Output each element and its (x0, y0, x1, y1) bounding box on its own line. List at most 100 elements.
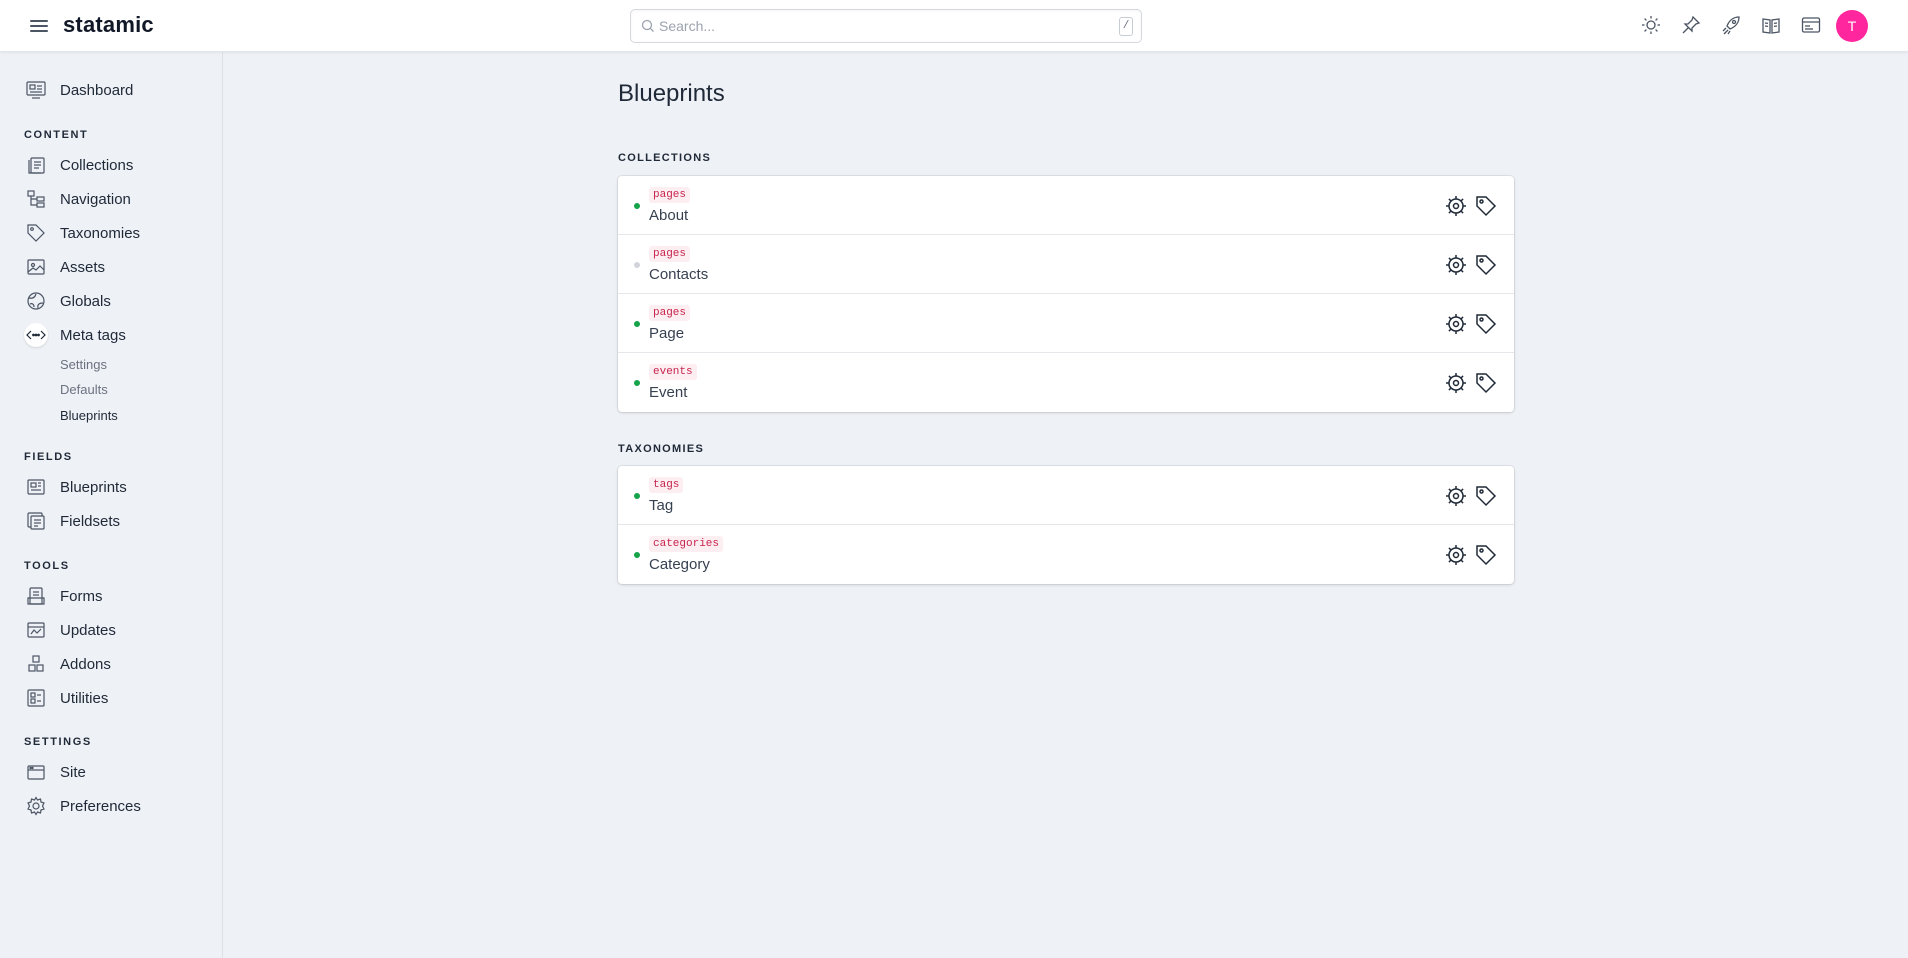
taxonomies-blueprints-list: tags Tag categories Category (618, 466, 1514, 584)
pin-icon[interactable] (1680, 14, 1702, 36)
blueprint-icon (24, 475, 48, 499)
search-input[interactable] (659, 16, 1099, 36)
blueprint-title[interactable]: Event (649, 384, 687, 401)
addons-icon (24, 652, 48, 676)
sidebar-item-collections[interactable]: Collections (24, 151, 133, 179)
sun-icon[interactable] (1640, 14, 1662, 36)
collections-blueprints-list: pages About pages Contacts pages Page ev… (618, 176, 1514, 412)
edit-tag-icon[interactable] (1474, 543, 1498, 567)
taxonomy-handle: categories (649, 536, 724, 552)
search-shortcut-hint: / (1119, 17, 1133, 36)
sidebar-item-label: Meta tags (60, 326, 126, 344)
globe-icon (24, 289, 48, 313)
sidebar-item-fieldsets[interactable]: Fieldsets (24, 507, 120, 535)
edit-tag-icon[interactable] (1474, 312, 1498, 336)
blueprint-row[interactable]: categories Category (618, 525, 1514, 584)
sidebar-item-forms[interactable]: Forms (24, 582, 103, 610)
collections-icon (24, 153, 48, 177)
blueprint-row[interactable]: tags Tag (618, 466, 1514, 525)
sidebar-item-label: Fieldsets (60, 512, 121, 530)
navigation-icon (24, 187, 48, 211)
sidebar-item-globals[interactable]: Globals (24, 287, 111, 315)
sidebar-subitem-blueprints[interactable]: Blueprints (60, 408, 118, 423)
menu-icon[interactable] (30, 17, 48, 35)
fieldsets-icon (24, 509, 48, 533)
sidebar-item-updates[interactable]: Updates (24, 616, 116, 644)
sidebar-subitem-settings[interactable]: Settings (60, 357, 107, 372)
status-dot (634, 493, 640, 499)
configure-gear-icon[interactable] (1444, 312, 1468, 336)
sidebar-item-preferences[interactable]: Preferences (24, 792, 141, 820)
book-icon[interactable] (1760, 14, 1782, 36)
blueprint-row[interactable]: pages Contacts (618, 235, 1514, 294)
configure-gear-icon[interactable] (1444, 371, 1468, 395)
user-avatar[interactable]: T (1836, 10, 1868, 42)
sidebar-item-label: Forms (60, 587, 103, 605)
collection-handle: events (649, 364, 697, 380)
search-box[interactable]: / (630, 9, 1142, 43)
sidebar-item-label: Site (60, 763, 86, 781)
sidebar-item-label: Assets (60, 258, 106, 276)
edit-tag-icon[interactable] (1474, 371, 1498, 395)
gear-icon (24, 794, 48, 818)
status-dot (634, 262, 640, 268)
configure-gear-icon[interactable] (1444, 484, 1468, 508)
status-dot (634, 321, 640, 327)
dashboard-icon (24, 78, 48, 102)
sidebar-item-meta-tags[interactable]: Meta tags (24, 321, 126, 349)
sidebar-item-utilities[interactable]: Utilities (24, 684, 108, 712)
status-dot (634, 203, 640, 209)
configure-gear-icon[interactable] (1444, 543, 1468, 567)
tag-icon (24, 221, 48, 245)
utilities-icon (24, 686, 48, 710)
site-icon[interactable] (1800, 14, 1822, 36)
edit-tag-icon[interactable] (1474, 253, 1498, 277)
sidebar-item-navigation[interactable]: Navigation (24, 185, 131, 213)
sidebar-item-label: Addons (60, 655, 111, 673)
section-title-fields: FIELDS (24, 451, 73, 463)
configure-gear-icon[interactable] (1444, 194, 1468, 218)
browser-icon (24, 760, 48, 784)
top-bar: statamic / T (0, 0, 1908, 52)
sidebar-item-label: Taxonomies (60, 224, 141, 242)
sidebar-item-label: Navigation (60, 190, 131, 208)
blueprint-row[interactable]: pages About (618, 176, 1514, 235)
sidebar-item-label: Updates (60, 621, 116, 639)
app-logo[interactable]: statamic (63, 12, 154, 38)
sidebar-item-label: Globals (60, 292, 111, 310)
sidebar-item-site[interactable]: Site (24, 758, 86, 786)
sidebar-item-dashboard[interactable]: Dashboard (24, 76, 133, 104)
form-icon (24, 584, 48, 608)
collection-handle: pages (649, 187, 691, 203)
blueprint-title[interactable]: Contacts (649, 266, 708, 283)
status-dot (634, 552, 640, 558)
sidebar-item-assets[interactable]: Assets (24, 253, 105, 281)
status-dot (634, 380, 640, 386)
taxonomies-group-label: TAXONOMIES (618, 443, 705, 455)
configure-gear-icon[interactable] (1444, 253, 1468, 277)
image-icon (24, 255, 48, 279)
blueprint-row[interactable]: events Event (618, 353, 1514, 412)
sidebar-item-taxonomies[interactable]: Taxonomies (24, 219, 140, 247)
sidebar-item-blueprints[interactable]: Blueprints (24, 473, 127, 501)
blueprint-title[interactable]: About (649, 207, 688, 224)
sidebar: Dashboard CONTENT Collections Navigation… (0, 52, 223, 958)
collection-handle: pages (649, 305, 691, 321)
edit-tag-icon[interactable] (1474, 484, 1498, 508)
blueprint-title[interactable]: Tag (649, 497, 673, 514)
edit-tag-icon[interactable] (1474, 194, 1498, 218)
blueprint-row[interactable]: pages Page (618, 294, 1514, 353)
rocket-icon[interactable] (1720, 14, 1742, 36)
sidebar-item-label: Blueprints (60, 478, 127, 496)
search-icon (641, 19, 654, 32)
page-title: Blueprints (618, 80, 725, 107)
sidebar-item-label: Collections (60, 156, 134, 174)
section-title-tools: TOOLS (24, 560, 70, 572)
sidebar-item-label: Utilities (60, 689, 109, 707)
collections-group-label: COLLECTIONS (618, 152, 712, 164)
blueprint-title[interactable]: Page (649, 325, 684, 342)
sidebar-item-addons[interactable]: Addons (24, 650, 111, 678)
section-title-content: CONTENT (24, 129, 89, 141)
sidebar-subitem-defaults[interactable]: Defaults (60, 382, 108, 397)
blueprint-title[interactable]: Category (649, 556, 710, 573)
